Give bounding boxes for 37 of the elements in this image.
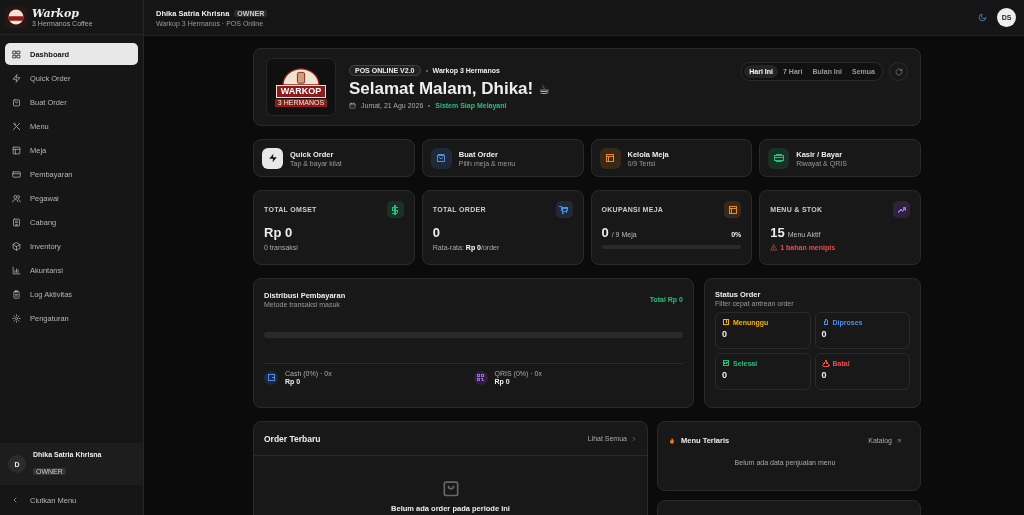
refresh-button[interactable]: [889, 62, 908, 81]
table-icon: [12, 145, 21, 155]
status-count: 0: [722, 370, 728, 380]
users-icon: [12, 193, 21, 203]
logo-title: WARKOP: [275, 85, 327, 98]
bag-icon: [12, 97, 21, 107]
moon-icon: [978, 13, 987, 22]
calendar-icon: [349, 102, 356, 109]
status-count: 0: [821, 370, 828, 380]
brand-title: Warkop: [32, 7, 80, 20]
warning-icon: [770, 244, 778, 251]
grid-icon: [12, 49, 21, 59]
arrow-icon: [896, 437, 902, 444]
status-count: 0: [821, 329, 828, 339]
chevron-icon: [631, 435, 637, 442]
stat-value: 0: [432, 225, 440, 240]
panel-title: Order Terbaru: [264, 433, 321, 444]
logo-badge: [5, 6, 27, 28]
clipboard-icon: [12, 289, 21, 299]
bar-chart-icon: [12, 265, 21, 275]
box-icon: [12, 241, 21, 251]
coffee-emoji: ☕: [538, 81, 550, 97]
refresh-icon: [894, 67, 903, 76]
lightning-icon: [267, 153, 278, 163]
settings-icon: [12, 313, 21, 323]
theme-toggle[interactable]: [978, 13, 987, 22]
stat-value: Rp 0: [264, 225, 293, 240]
card-icon: [12, 169, 21, 179]
stat-value: 0: [601, 225, 609, 240]
flame-icon: [668, 436, 676, 445]
status-count: 0: [722, 329, 728, 339]
greeting-title: Selamat Malam, Dhika!: [349, 79, 534, 99]
chevron-icon: [11, 496, 19, 504]
stat-value: 15: [770, 225, 785, 240]
building-icon: [12, 217, 21, 227]
lightning-icon: [12, 73, 21, 83]
coffee-cup-emblem-drawing: [281, 67, 321, 85]
